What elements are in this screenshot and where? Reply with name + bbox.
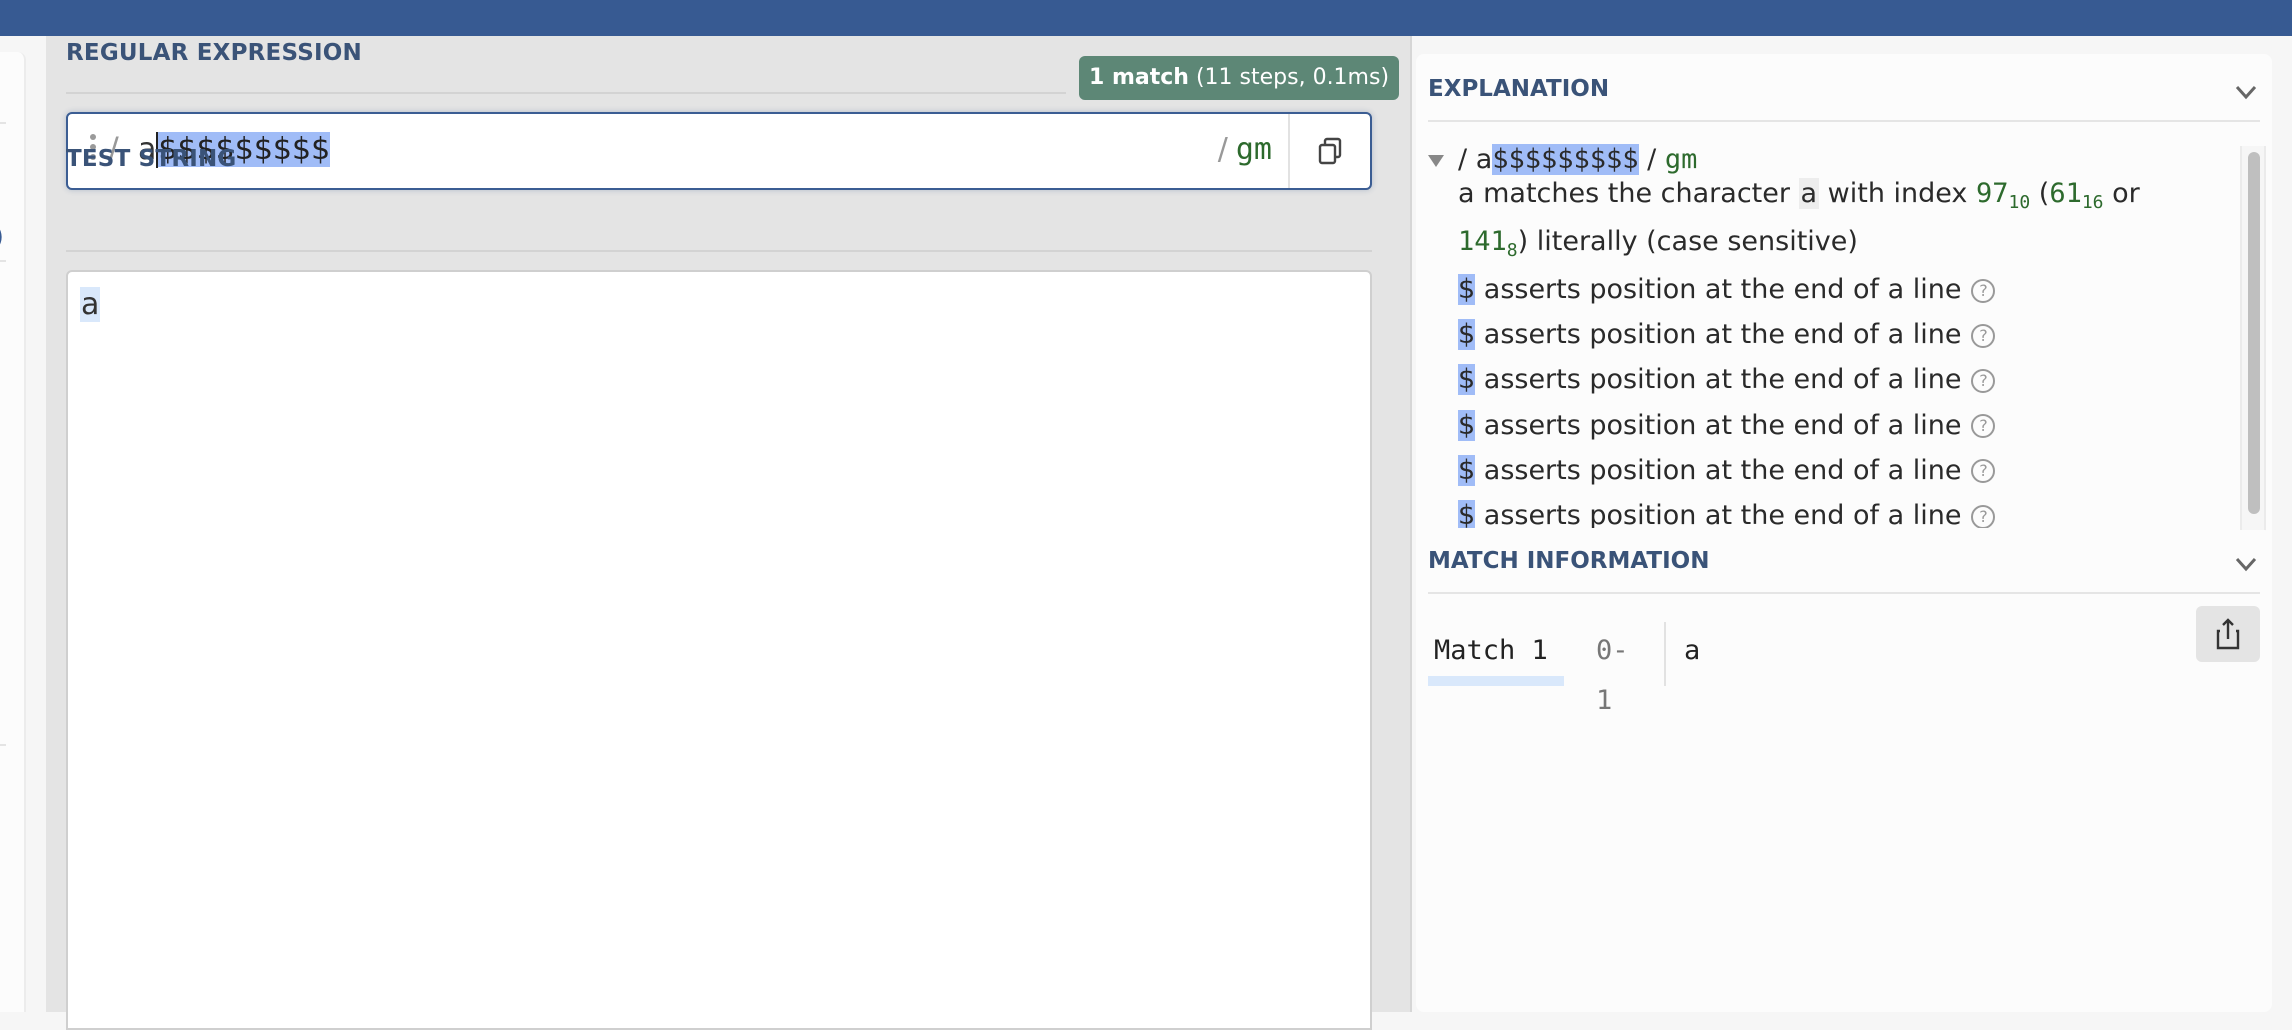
anchor-description: asserts position at the end of a line xyxy=(1475,274,1962,305)
left-sidebar-divider xyxy=(0,260,6,262)
anchor-token: $ xyxy=(1458,409,1476,441)
help-icon[interactable]: ? xyxy=(1971,368,1996,393)
explanation-anchor-item: $ asserts position at the end of a line? xyxy=(1458,362,1996,398)
match-count: 1 match xyxy=(1089,65,1189,90)
left-sidebar-partial-glyph: ) xyxy=(0,222,4,252)
match-value: a xyxy=(1684,635,1701,666)
explanation-char-a-line2: 1418) literally (case sensitive) xyxy=(1458,226,1858,261)
explanation-root-flags: gm xyxy=(1664,144,1698,175)
expand-triangle-icon[interactable] xyxy=(1428,154,1444,167)
explanation-title: EXPLANATION xyxy=(1428,76,1610,102)
help-icon[interactable]: ? xyxy=(1971,414,1996,439)
match-separator xyxy=(1664,622,1666,686)
explanation-scrollbar-thumb[interactable] xyxy=(2248,152,2260,514)
explanation-scrollbar[interactable] xyxy=(2240,146,2266,532)
copy-icon xyxy=(1318,137,1342,165)
match-range: 0-1 xyxy=(1596,635,1629,716)
left-sidebar: ) xyxy=(0,36,46,1012)
test-string-label: TEST STRING xyxy=(66,146,237,172)
left-sidebar-divider xyxy=(0,744,6,746)
chevron-down-icon[interactable] xyxy=(2234,552,2258,576)
share-export-icon xyxy=(2216,618,2240,650)
help-icon[interactable]: ? xyxy=(1971,459,1996,484)
chevron-down-icon[interactable] xyxy=(2234,80,2258,104)
explanation-panel: EXPLANATION / a$$$$$$$$$ / gm a matches … xyxy=(1416,54,2272,554)
anchor-description: asserts position at the end of a line xyxy=(1475,409,1962,441)
regex-flags-value: gm xyxy=(1235,132,1272,167)
anchor-token: $ xyxy=(1458,274,1476,305)
anchor-token: $ xyxy=(1458,500,1476,528)
help-icon[interactable]: ? xyxy=(1971,504,1996,528)
regex-delimiter-close: / xyxy=(1217,132,1228,167)
anchor-description: asserts position at the end of a line xyxy=(1475,364,1962,396)
regex-flags[interactable]: / gm xyxy=(1218,132,1272,168)
anchor-description: asserts position at the end of a line xyxy=(1475,319,1962,351)
match-information-title: MATCH INFORMATION xyxy=(1428,548,1710,574)
left-sidebar-divider xyxy=(0,122,6,124)
explanation-char-a-line1: a matches the character a with index 971… xyxy=(1458,178,2140,213)
explanation-root-node[interactable]: / a$$$$$$$$$ / gm xyxy=(1428,142,1697,178)
regex-input[interactable]: / a$$$$$$$$$ / gm xyxy=(66,112,1372,190)
match-underline xyxy=(1428,676,1564,686)
match-highlight: a xyxy=(80,287,101,322)
regex-section-label: REGULAR EXPRESSION xyxy=(66,40,362,66)
explanation-root-selection: $$$$$$$$$ xyxy=(1492,144,1639,175)
test-string-content: a xyxy=(80,284,101,326)
match-information-divider xyxy=(1428,592,2260,594)
top-header-bar xyxy=(0,0,2292,36)
regex-section-divider xyxy=(66,92,1066,94)
export-matches-button[interactable] xyxy=(2196,606,2260,662)
right-column: EXPLANATION / a$$$$$$$$$ / gm a matches … xyxy=(1412,36,2292,1012)
match-steps-time: (11 steps, 0.1ms) xyxy=(1188,65,1390,90)
test-section-divider xyxy=(66,250,1372,252)
match-status-badge: 1 match (11 steps, 0.1ms) xyxy=(1079,56,1400,100)
anchor-token: $ xyxy=(1458,454,1476,486)
anchor-token: $ xyxy=(1458,319,1476,351)
explanation-divider xyxy=(1428,120,2260,122)
help-icon[interactable]: ? xyxy=(1971,323,1996,348)
explanation-anchor-item: $ asserts position at the end of a line? xyxy=(1458,272,1996,308)
explanation-anchor-item: $ asserts position at the end of a line? xyxy=(1458,408,1996,444)
editor-column: REGULAR EXPRESSION 1 match (11 steps, 0.… xyxy=(46,36,1412,1030)
help-icon[interactable]: ? xyxy=(1971,278,1996,303)
copy-regex-button[interactable] xyxy=(1288,114,1370,188)
left-sidebar-card xyxy=(0,52,26,1012)
explanation-anchor-item: $ asserts position at the end of a line? xyxy=(1458,317,1996,353)
explanation-tree: / a$$$$$$$$$ / gm a matches the characte… xyxy=(1428,142,2220,528)
anchor-description: asserts position at the end of a line xyxy=(1475,500,1962,528)
explanation-anchor-item: $ asserts position at the end of a line? xyxy=(1458,453,1996,489)
anchor-token: $ xyxy=(1458,364,1476,396)
match-label[interactable]: Match 1 xyxy=(1428,626,1564,686)
match-information-panel: MATCH INFORMATION Match 1 0-1 a xyxy=(1416,530,2272,1012)
anchor-description: asserts position at the end of a line xyxy=(1475,454,1962,486)
explanation-anchor-item: $ asserts position at the end of a line? xyxy=(1458,498,1996,528)
test-string-input[interactable]: a xyxy=(66,270,1372,1030)
